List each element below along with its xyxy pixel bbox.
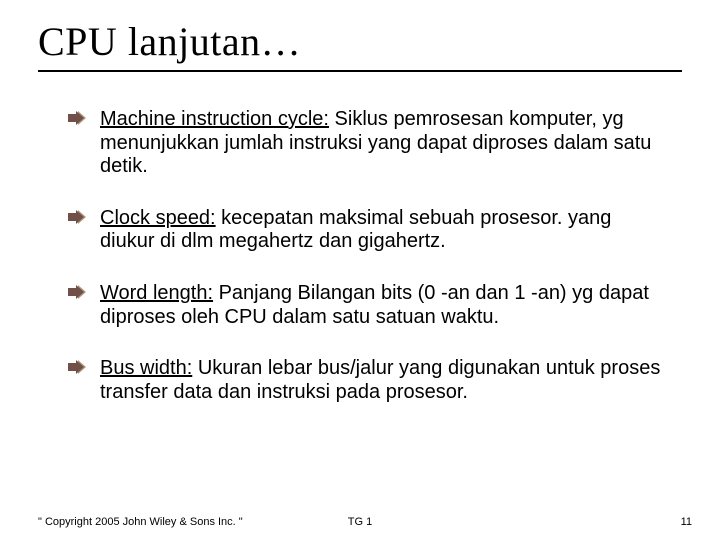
bullet-term: Clock speed: <box>100 207 216 229</box>
bullet-term: Machine instruction cycle: <box>100 108 329 130</box>
slide-body: Machine instruction cycle: Siklus pemros… <box>68 108 668 432</box>
title-underline <box>38 70 682 72</box>
bullet-item: Bus width: Ukuran lebar bus/jalur yang d… <box>68 357 668 404</box>
footer-page-number: 11 <box>681 516 692 528</box>
bullet-term: Bus width: <box>100 357 192 379</box>
bullet-term: Word length: <box>100 282 213 304</box>
arrow-bullet-icon <box>68 210 86 224</box>
bullet-item: Clock speed: kecepatan maksimal sebuah p… <box>68 207 668 254</box>
bullet-item: Word length: Panjang Bilangan bits (0 -a… <box>68 282 668 329</box>
footer-center: TG 1 <box>0 516 720 528</box>
arrow-bullet-icon <box>68 111 86 125</box>
bullet-item: Machine instruction cycle: Siklus pemros… <box>68 108 668 179</box>
arrow-bullet-icon <box>68 285 86 299</box>
slide-title: CPU lanjutan… <box>38 18 301 65</box>
slide: CPU lanjutan… Machine instruction cycle:… <box>0 0 720 540</box>
arrow-bullet-icon <box>68 360 86 374</box>
